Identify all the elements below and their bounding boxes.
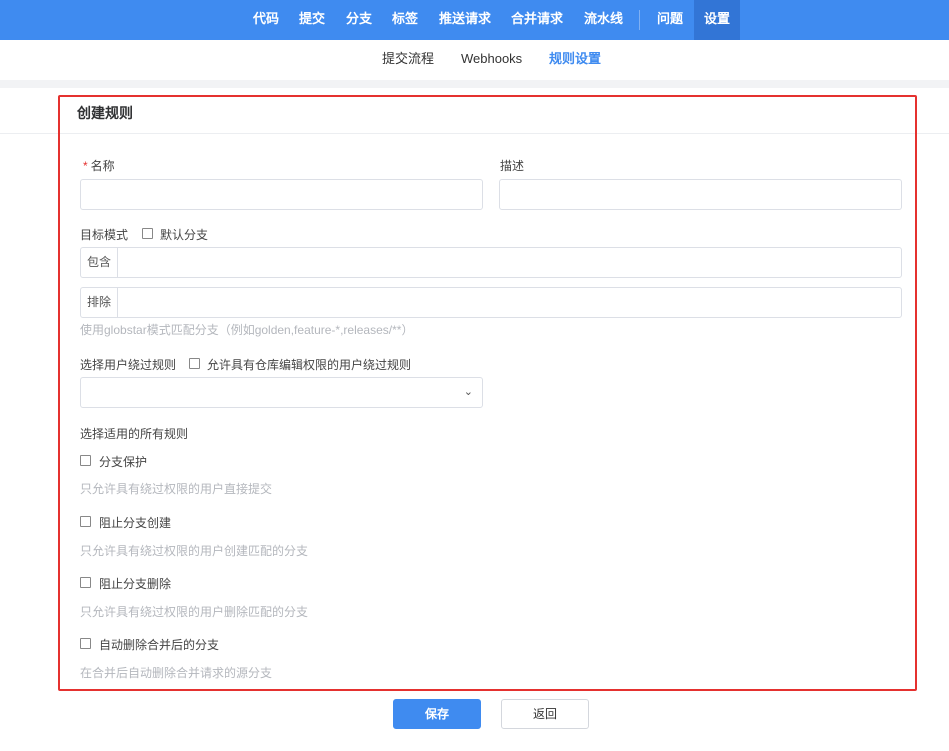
block-delete-label: 阻止分支删除 — [99, 577, 172, 591]
nav-divider — [639, 10, 640, 30]
nav-settings[interactable]: 设置 — [694, 0, 740, 40]
tab-webhooks[interactable]: Webhooks — [461, 40, 522, 78]
include-prefix: 包含 — [81, 248, 118, 277]
pattern-hint: 使用globstar模式匹配分支（例如golden,feature-*,rele… — [80, 323, 414, 337]
sub-nav: 提交流程 Webhooks 规则设置 — [0, 40, 949, 80]
auto-delete-checkbox[interactable] — [80, 638, 91, 649]
branch-protection-hint: 只允许具有绕过权限的用户直接提交 — [80, 482, 273, 496]
nav-branches[interactable]: 分支 — [346, 0, 372, 40]
allow-repo-editors-checkbox[interactable] — [189, 358, 200, 369]
description-label: 描述 — [500, 159, 525, 173]
description-input[interactable] — [499, 179, 902, 210]
name-label: * 名称 — [83, 157, 115, 174]
include-input[interactable]: 包含 — [80, 247, 902, 278]
bypass-users-select[interactable]: ⌄ — [80, 377, 483, 408]
top-nav: 代码 提交 分支 标签 推送请求 合并请求 流水线 问题 设置 — [0, 0, 949, 40]
default-branch-checkbox[interactable] — [142, 228, 153, 239]
exclude-input[interactable]: 排除 — [80, 287, 902, 318]
name-label-text: 名称 — [90, 159, 115, 173]
tab-commit-flow[interactable]: 提交流程 — [382, 40, 434, 78]
auto-delete-label: 自动删除合并后的分支 — [99, 638, 220, 652]
allow-repo-editors-label: 允许具有仓库编辑权限的用户绕过规则 — [207, 358, 412, 372]
header-band — [0, 80, 949, 88]
default-branch-label: 默认分支 — [160, 228, 209, 242]
tab-rule-settings[interactable]: 规则设置 — [549, 40, 601, 78]
save-button[interactable]: 保存 — [393, 699, 481, 729]
back-button[interactable]: 返回 — [501, 699, 589, 729]
auto-delete-hint: 在合并后自动删除合并请求的源分支 — [80, 666, 273, 680]
nav-code[interactable]: 代码 — [253, 0, 279, 40]
branch-protection-label: 分支保护 — [99, 455, 148, 469]
nav-commits[interactable]: 提交 — [299, 0, 325, 40]
nav-merge-requests[interactable]: 合并请求 — [511, 0, 563, 40]
block-delete-hint: 只允许具有绕过权限的用户删除匹配的分支 — [80, 605, 309, 619]
name-input[interactable] — [80, 179, 483, 210]
target-pattern-label: 目标模式 — [80, 228, 129, 242]
page-title: 创建规则 — [77, 105, 133, 121]
nav-issues[interactable]: 问题 — [657, 0, 683, 40]
nav-pipelines[interactable]: 流水线 — [584, 0, 623, 40]
exclude-prefix: 排除 — [81, 288, 118, 317]
block-create-checkbox[interactable] — [80, 516, 91, 527]
block-delete-checkbox[interactable] — [80, 577, 91, 588]
nav-tags[interactable]: 标签 — [392, 0, 418, 40]
branch-protection-checkbox[interactable] — [80, 455, 91, 466]
rules-label: 选择适用的所有规则 — [80, 427, 189, 441]
block-create-hint: 只允许具有绕过权限的用户创建匹配的分支 — [80, 544, 309, 558]
block-create-label: 阻止分支创建 — [99, 516, 172, 530]
required-mark: * — [83, 159, 88, 173]
nav-push-requests[interactable]: 推送请求 — [439, 0, 491, 40]
bypass-users-label: 选择用户绕过规则 — [80, 358, 177, 372]
chevron-down-icon: ⌄ — [463, 386, 473, 398]
